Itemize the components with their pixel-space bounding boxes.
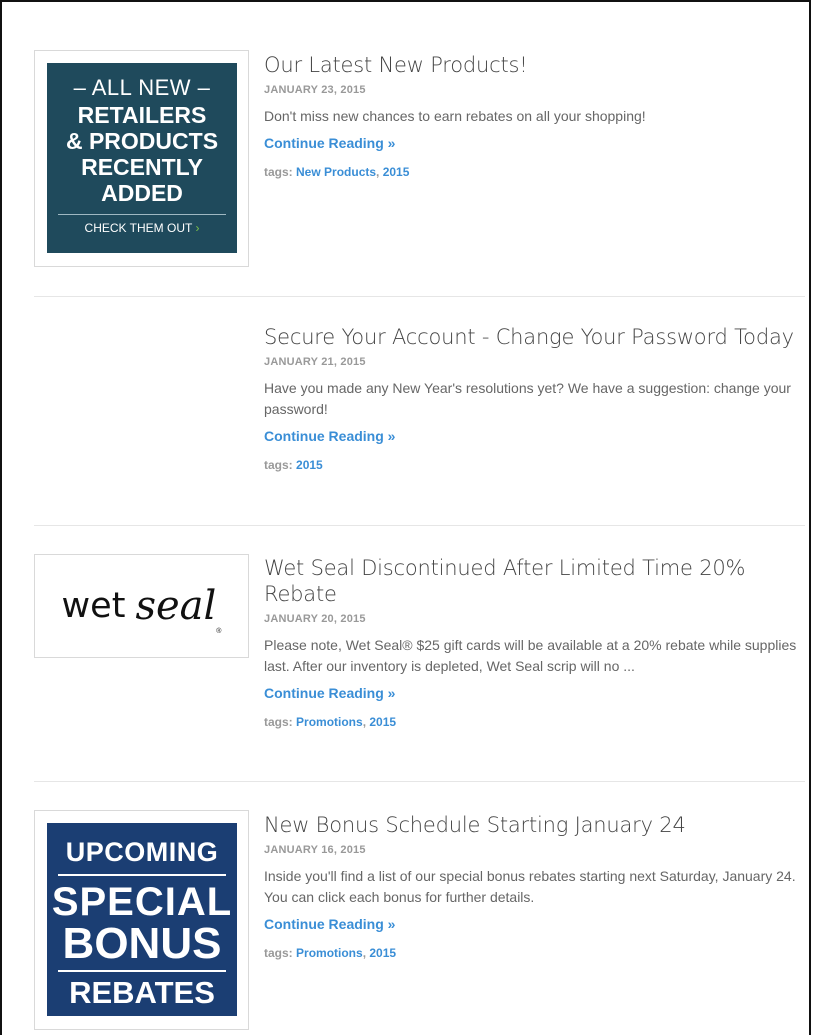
post-excerpt: Have you made any New Year's resolutions… [264, 380, 791, 417]
banner-line: RECENTLY [81, 154, 203, 180]
post-title[interactable]: Wet Seal Discontinued After Limited Time… [264, 555, 809, 607]
post-thumbnail[interactable]: wet seal ® [34, 554, 249, 658]
tag-link[interactable]: Promotions [296, 946, 363, 960]
logo-word: wet [61, 586, 126, 626]
post-excerpt: Please note, Wet Seal® $25 gift cards wi… [264, 637, 797, 674]
post-date: JANUARY 20, 2015 [264, 613, 366, 625]
tag-link[interactable]: 2015 [383, 165, 410, 179]
banner-divider [58, 874, 226, 876]
post-divider [34, 781, 805, 782]
banner-line: UPCOMING [65, 837, 219, 867]
post-date: JANUARY 16, 2015 [264, 844, 366, 856]
continue-reading-link[interactable]: Continue Reading » [264, 135, 395, 151]
post-item: Secure Your Account - Change Your Passwo… [34, 322, 805, 502]
banner-line: SPECIAL [51, 880, 233, 924]
chevron-right-icon: › [195, 221, 200, 235]
post-tags: tags: New Products, 2015 [264, 165, 410, 179]
post-item: – ALL NEW – RETAILERS & PRODUCTS RECENTL… [34, 50, 805, 268]
tags-label: tags: [264, 165, 293, 179]
post-tags: tags: Promotions, 2015 [264, 946, 397, 960]
post-divider [34, 296, 805, 297]
registered-mark: ® [216, 628, 222, 635]
banner-line: BONUS [62, 919, 222, 968]
tag-link[interactable]: Promotions [296, 715, 363, 729]
post-thumbnail[interactable]: – ALL NEW – RETAILERS & PRODUCTS RECENTL… [34, 50, 249, 267]
tag-link[interactable]: 2015 [369, 946, 396, 960]
tag-link[interactable]: 2015 [296, 458, 323, 472]
tag-link[interactable]: 2015 [369, 715, 396, 729]
banner-divider [58, 970, 226, 972]
post-date: JANUARY 21, 2015 [264, 356, 366, 368]
post-title[interactable]: Our Latest New Products! [264, 52, 809, 78]
post-excerpt: Don't miss new chances to earn rebates o… [264, 108, 646, 124]
post-title[interactable]: Secure Your Account - Change Your Passwo… [264, 324, 809, 350]
banner-line: – ALL NEW – [73, 75, 211, 100]
post-item: UPCOMING SPECIAL BONUS REBATES New Bonus… [34, 810, 805, 1035]
banner-line: & PRODUCTS [65, 128, 219, 154]
continue-reading-link[interactable]: Continue Reading » [264, 685, 395, 701]
tags-label: tags: [264, 946, 293, 960]
post-date: JANUARY 23, 2015 [264, 84, 366, 96]
post-item: wet seal ® Wet Seal Discontinued After L… [34, 553, 805, 763]
post-content: Secure Your Account - Change Your Passwo… [264, 324, 809, 472]
tags-label: tags: [264, 458, 293, 472]
post-tags: tags: Promotions, 2015 [264, 715, 397, 729]
bonus-rebates-banner[interactable]: UPCOMING SPECIAL BONUS REBATES [47, 823, 237, 1016]
banner-divider [58, 214, 226, 215]
wet-seal-logo[interactable]: wet seal ® [35, 555, 248, 657]
post-tags: tags: 2015 [264, 458, 809, 472]
logo-word: seal [135, 583, 217, 629]
new-retailers-banner[interactable]: – ALL NEW – RETAILERS & PRODUCTS RECENTL… [47, 63, 237, 253]
post-thumbnail[interactable]: UPCOMING SPECIAL BONUS REBATES [34, 810, 249, 1030]
continue-reading-link[interactable]: Continue Reading » [264, 428, 395, 444]
tags-label: tags: [264, 715, 293, 729]
post-content: Wet Seal Discontinued After Limited Time… [264, 555, 809, 729]
post-title[interactable]: New Bonus Schedule Starting January 24 [264, 812, 809, 838]
post-content: Our Latest New Products! JANUARY 23, 201… [264, 52, 809, 179]
banner-line: REBATES [69, 975, 215, 1010]
banner-line: RETAILERS [77, 102, 207, 128]
banner-cta: CHECK THEM OUT › [84, 221, 200, 235]
banner-line: ADDED [101, 180, 183, 206]
post-divider [34, 525, 805, 526]
post-content: New Bonus Schedule Starting January 24 J… [264, 812, 809, 960]
tag-link[interactable]: New Products [296, 165, 376, 179]
post-excerpt: Inside you'll find a list of our special… [264, 868, 796, 905]
continue-reading-link[interactable]: Continue Reading » [264, 916, 395, 932]
